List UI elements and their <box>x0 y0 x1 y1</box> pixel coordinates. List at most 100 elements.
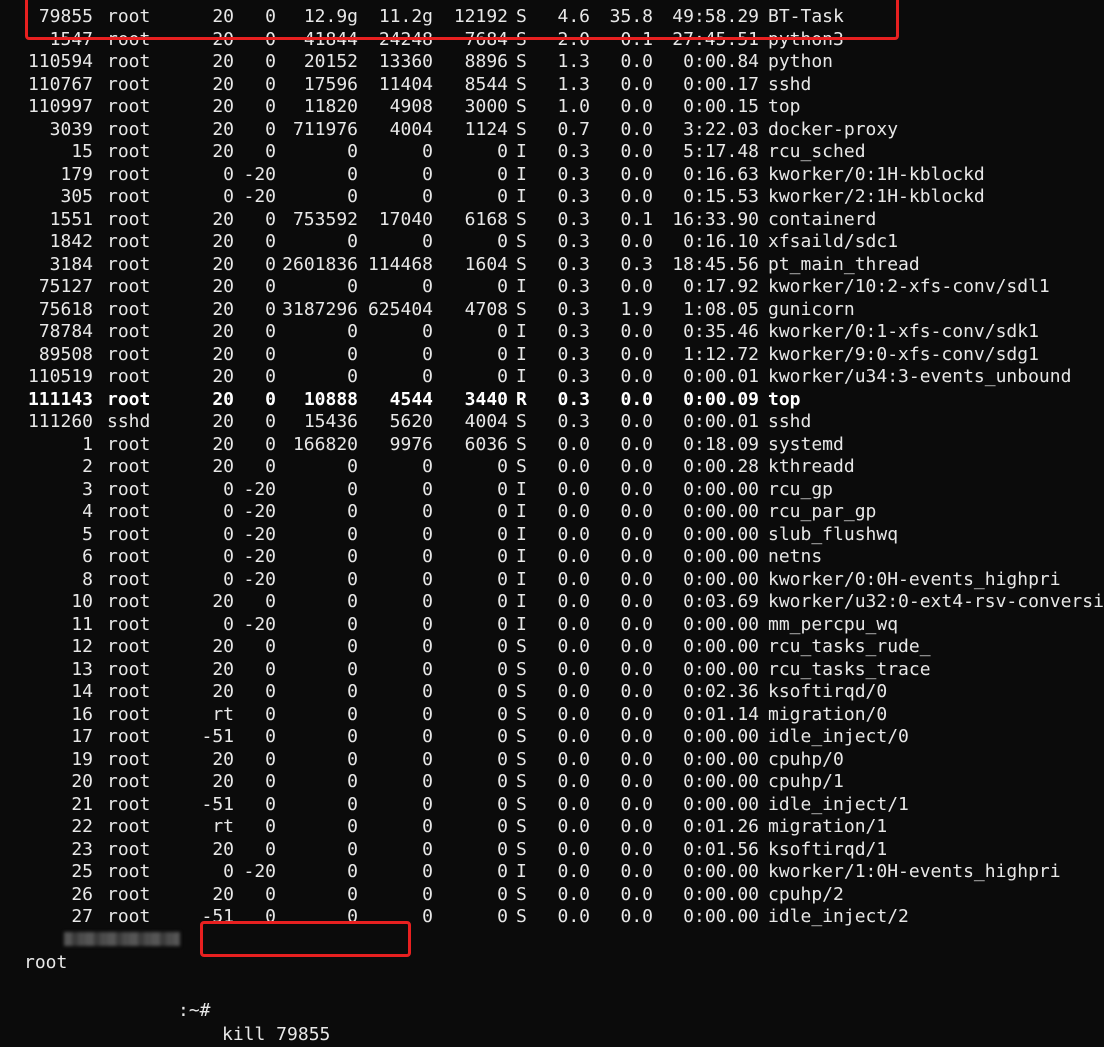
priority-cell: 20 <box>212 658 234 680</box>
nice-cell: 0 <box>265 366 276 387</box>
process-row: 3184 root 20 0 2601836 114468 1604 S 0.3 0.3 18:45… <box>0 254 1104 277</box>
virt-cell: 0 <box>347 321 358 342</box>
user-cell: root <box>107 726 151 747</box>
process-row: 22 root rt 0 0 0 0 S 0.0 0.0 0:01.26 migration/1 <box>0 816 1104 839</box>
res-cell: 4908 <box>389 96 433 117</box>
pid-cell: 78784 <box>38 321 93 342</box>
cpu-cell: 0.3 <box>557 411 590 432</box>
mem-cell: 0.0 <box>620 433 653 455</box>
command-cell: kworker/u34:3-events_unbound <box>768 366 1072 387</box>
nice-cell: -20 <box>243 861 276 882</box>
process-row: 15 root 20 0 0 0 0 I 0.3 0.0 5:17.48 rcu_sched <box>0 141 1104 164</box>
cpu-cell: 0.3 <box>557 253 590 275</box>
pid-cell: 110594 <box>27 51 93 72</box>
priority-cell: 20 <box>212 298 234 320</box>
nice-cell: 0 <box>265 591 276 612</box>
command-cell: migration/0 <box>768 703 888 725</box>
command-cell: ksoftirqd/1 <box>768 838 888 860</box>
user-cell: root <box>107 366 151 387</box>
cpu-cell: 0.0 <box>557 433 590 455</box>
virt-cell: 753592 <box>292 208 358 230</box>
pid-cell: 23 <box>71 838 93 860</box>
mem-cell: 0.0 <box>620 546 653 567</box>
cpu-cell: 1.0 <box>557 96 590 117</box>
process-row: 75127 root 20 0 0 0 0 I 0.3 0.0 0:17.92 kworker/10:… <box>0 276 1104 299</box>
cpu-cell: 0.3 <box>557 231 590 252</box>
nice-cell: -20 <box>243 501 276 522</box>
cpu-cell: 0.0 <box>557 906 590 927</box>
res-cell: 625404 <box>367 298 433 320</box>
state-cell: I <box>516 568 527 590</box>
pid-cell: 22 <box>71 816 93 837</box>
virt-cell: 0 <box>347 703 358 725</box>
shr-cell: 0 <box>497 163 508 185</box>
res-cell: 0 <box>422 186 433 207</box>
user-cell: root <box>107 793 151 815</box>
state-cell: S <box>516 883 527 905</box>
pid-cell: 1551 <box>49 208 93 230</box>
mem-cell: 0.0 <box>620 96 653 117</box>
process-row: 110519 root 20 0 0 0 0 I 0.3 0.0 0:00.01 kworker/u3… <box>0 366 1104 389</box>
virt-cell: 711976 <box>292 118 358 140</box>
shr-cell: 0 <box>497 343 508 365</box>
command-cell: rcu_gp <box>768 478 834 500</box>
shr-cell: 6168 <box>464 208 508 230</box>
state-cell: S <box>516 118 527 140</box>
virt-cell: 0 <box>347 276 358 297</box>
time-cell: 1:08.05 <box>683 298 759 320</box>
command-cell: kworker/0:0H-events_highpri <box>768 568 1061 590</box>
shr-cell: 1604 <box>464 253 508 275</box>
pid-cell: 17 <box>71 726 93 747</box>
process-row: 78784 root 20 0 0 0 0 I 0.3 0.0 0:35.46 kworker/0:1… <box>0 321 1104 344</box>
state-cell: S <box>516 793 527 815</box>
virt-cell: 0 <box>347 163 358 185</box>
time-cell: 0:00.00 <box>683 748 759 770</box>
user-cell: root <box>107 51 151 72</box>
command-cell: idle_inject/1 <box>768 793 909 815</box>
shell-prompt-line[interactable]: root :~# kill 79855 <box>0 927 1104 1045</box>
command-cell: kworker/10:2-xfs-conv/sdl1 <box>768 276 1050 297</box>
user-cell: root <box>107 163 151 185</box>
user-cell: root <box>107 208 151 230</box>
mem-cell: 0.0 <box>620 276 653 297</box>
command-input[interactable]: kill 79855 <box>222 1023 330 1047</box>
time-cell: 0:00.00 <box>683 883 759 905</box>
nice-cell: -20 <box>243 186 276 207</box>
user-cell: root <box>107 501 151 522</box>
priority-cell: 0 <box>223 478 234 500</box>
res-cell: 0 <box>422 726 433 747</box>
shr-cell: 0 <box>497 276 508 297</box>
pid-cell: 4 <box>82 501 93 522</box>
command-cell: systemd <box>768 433 844 455</box>
nice-cell: 0 <box>265 636 276 657</box>
priority-cell: 20 <box>212 591 234 612</box>
state-cell: S <box>516 771 527 792</box>
user-cell: root <box>107 883 151 905</box>
time-cell: 0:00.84 <box>683 51 759 72</box>
state-cell: I <box>516 163 527 185</box>
prompt-suffix: :~# <box>178 1000 211 1021</box>
mem-cell: 0.0 <box>620 591 653 612</box>
cpu-cell: 0.0 <box>557 883 590 905</box>
pid-cell: 89508 <box>38 343 93 365</box>
res-cell: 0 <box>422 613 433 635</box>
state-cell: I <box>516 141 527 162</box>
state-cell: I <box>516 343 527 365</box>
mem-cell: 0.0 <box>620 771 653 792</box>
command-cell: xfsaild/sdc1 <box>768 231 899 252</box>
cpu-cell: 0.0 <box>557 838 590 860</box>
res-cell: 0 <box>422 658 433 680</box>
process-row: 25 root 0 -20 0 0 0 I 0.0 0.0 0:00.00 kworker/1:0H-… <box>0 861 1104 884</box>
virt-cell: 15436 <box>303 411 358 432</box>
user-cell: root <box>107 321 151 342</box>
state-cell: S <box>516 703 527 725</box>
user-cell: root <box>107 343 151 365</box>
priority-cell: 0 <box>223 568 234 590</box>
nice-cell: 0 <box>265 456 276 477</box>
process-row: 20 root 20 0 0 0 0 S 0.0 0.0 0:00.00 cpuhp/1 <box>0 771 1104 794</box>
pid-cell: 5 <box>82 523 93 545</box>
res-cell: 0 <box>422 456 433 477</box>
process-row: 75618 root 20 0 3187296 625404 4708 S 0.3 1.9 1:08… <box>0 299 1104 322</box>
time-cell: 0:00.00 <box>683 861 759 882</box>
pid-cell: 27 <box>71 906 93 927</box>
